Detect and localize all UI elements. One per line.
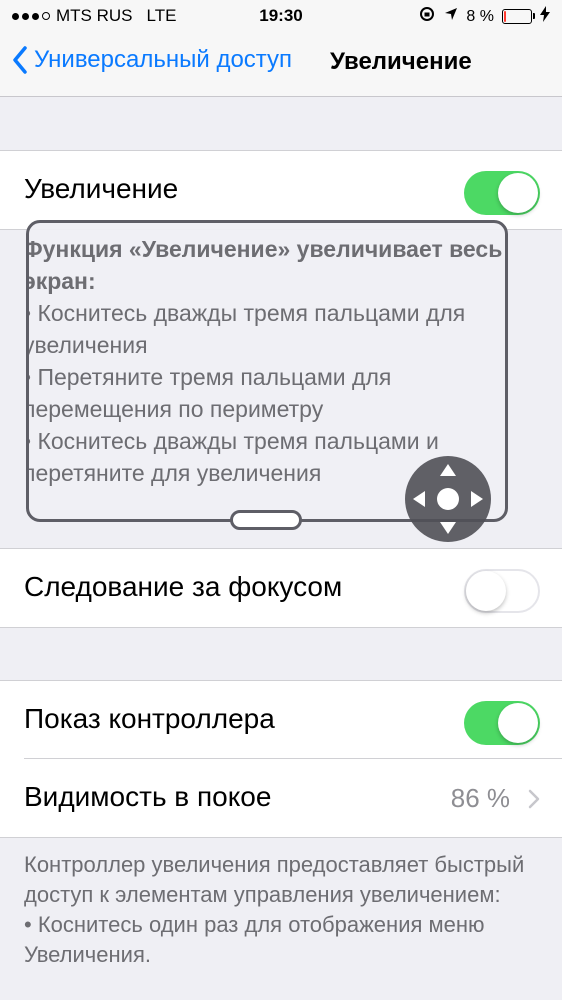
zoom-label: Увеличение [24, 173, 179, 204]
status-bar: MTS RUS LTE 19:30 8 % [0, 0, 562, 32]
back-button[interactable]: Универсальный доступ [12, 46, 292, 74]
battery-percent: 8 % [466, 7, 494, 25]
battery-icon [502, 9, 535, 24]
zoom-toggle[interactable] [464, 171, 540, 215]
location-icon [444, 7, 458, 26]
navigation-bar: Универсальный доступ Увеличение [0, 32, 562, 97]
back-button-label: Универсальный доступ [34, 46, 293, 73]
controller-group: Показ контроллера Видимость в покое 86 % [0, 680, 562, 838]
idle-visibility-row[interactable]: Видимость в покое 86 % [0, 759, 562, 837]
idle-visibility-label: Видимость в покое [24, 781, 272, 812]
controller-footer: Контроллер увеличения предоставляет быст… [24, 850, 544, 970]
zoom-description-bullet: • Коснитесь дважды тремя пальцами для ув… [26, 300, 466, 358]
charging-icon [540, 6, 550, 27]
zoom-group: Увеличение [0, 150, 562, 230]
focus-toggle[interactable] [464, 569, 540, 613]
focus-group: Следование за фокусом [0, 548, 562, 628]
chevron-left-icon [13, 46, 27, 74]
status-right: 8 % [418, 5, 550, 28]
controller-footer-line1: Контроллер увеличения предоставляет быст… [24, 852, 525, 907]
idle-visibility-value: 86 % [450, 783, 510, 813]
joystick-arrows-icon [413, 464, 483, 534]
zoom-description: Функция «Увеличение» увеличивает весь эк… [26, 233, 505, 489]
zoom-description-bullet: • Перетяните тремя пальцами для перемеще… [26, 364, 392, 422]
controller-footer-line2: • Коснитесь один раз для отображения мен… [24, 912, 485, 967]
chevron-right-icon [528, 789, 540, 809]
lens-resize-handle[interactable] [230, 510, 302, 530]
zoom-row: Увеличение [0, 151, 562, 229]
zoom-controller-joystick[interactable] [405, 456, 491, 542]
focus-row: Следование за фокусом [0, 549, 562, 627]
show-controller-label: Показ контроллера [24, 703, 275, 734]
show-controller-row: Показ контроллера [0, 681, 562, 759]
show-controller-toggle[interactable] [464, 701, 540, 745]
page-title: Увеличение [330, 48, 472, 75]
focus-label: Следование за фокусом [24, 571, 343, 602]
zoom-description-lead: Функция «Увеличение» увеличивает весь эк… [26, 236, 503, 294]
rotation-lock-icon [418, 5, 436, 28]
